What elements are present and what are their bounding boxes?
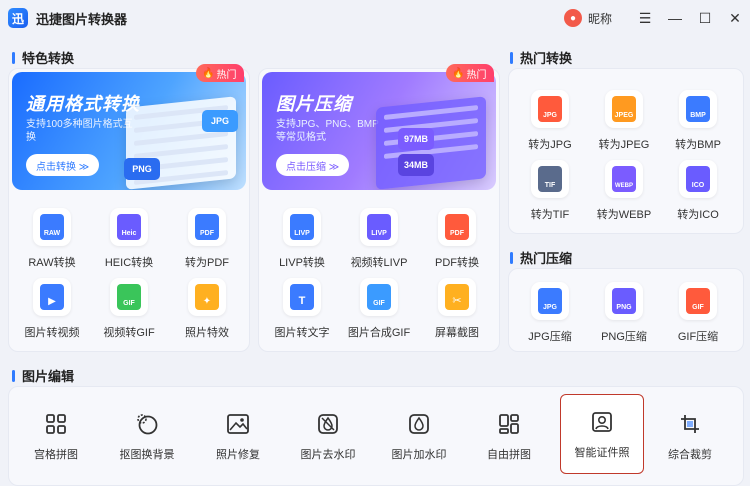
tif-icon: TIF — [538, 166, 562, 192]
nickname[interactable]: 昵称 — [588, 10, 612, 27]
crop-icon — [676, 410, 704, 438]
avatar[interactable]: ● — [563, 9, 582, 27]
format-convert-banner[interactable]: 通用格式转换 支持100多种图片格式互换 点击转换 ≫ JPG PNG — [12, 72, 246, 190]
tool-video-to-gif[interactable]: GIF 视频转GIF — [89, 278, 169, 350]
ico-icon: ICO — [686, 166, 710, 192]
format-banner-title: 通用格式转换 — [26, 94, 140, 114]
livp-icon: LIVP — [290, 214, 314, 240]
png-chip: PNG — [124, 158, 160, 180]
close-icon[interactable]: ✕ — [720, 0, 750, 36]
gif-compress-icon: GIF — [686, 288, 710, 314]
grid-icon — [42, 410, 70, 438]
fire-icon: 🔥 — [202, 67, 215, 79]
format-banner-desc: 支持100多种图片格式互换 — [26, 119, 133, 143]
format-convert-button[interactable]: 点击转换 ≫ — [26, 154, 100, 176]
ocr-icon: T — [290, 284, 314, 310]
video-livp-icon: LIVP — [367, 214, 391, 240]
effects-icon: ✦ — [195, 284, 219, 310]
free-collage-icon — [495, 410, 523, 438]
tool-screenshot[interactable]: ✂ 屏幕截图 — [417, 278, 497, 350]
app-logo-icon: 迅 — [8, 8, 28, 28]
gif-icon: GIF — [117, 284, 141, 310]
tool-to-tif[interactable]: TIF 转为TIF — [510, 160, 590, 232]
compress-banner-title: 图片压缩 — [276, 94, 352, 114]
section-edit-title: 图片编辑 — [12, 366, 74, 385]
scissors-icon: ✂ — [445, 284, 469, 310]
jpg-chip: JPG — [202, 110, 238, 132]
minimize-icon[interactable]: — — [660, 0, 690, 36]
jpg-compress-icon: JPG — [538, 288, 562, 314]
app-title: 迅捷图片转换器 — [36, 11, 128, 27]
tool-to-bmp[interactable]: BMP 转为BMP — [658, 90, 738, 162]
menu-icon[interactable]: ☰ — [630, 0, 660, 36]
tool-free-collage[interactable]: 自由拼图 — [467, 396, 551, 476]
tool-pdf-convert[interactable]: PDF PDF转换 — [417, 208, 497, 280]
section-hot-compress-title: 热门压缩 — [510, 248, 572, 267]
compress-button[interactable]: 点击压缩 ≫ — [276, 154, 350, 176]
tool-photo-effects[interactable]: ✦ 照片特效 — [167, 278, 247, 350]
tool-smart-id-photo[interactable]: 智能证件照 — [560, 394, 644, 474]
tool-jpg-compress[interactable]: JPG JPG压缩 — [510, 282, 590, 354]
fire-icon: 🔥 — [452, 67, 465, 79]
tool-heic-convert[interactable]: Heic HEIC转换 — [89, 208, 169, 280]
webp-icon: WEBP — [612, 166, 636, 192]
tool-to-webp[interactable]: WEBP 转为WEBP — [584, 160, 664, 232]
raw-icon: RAW — [40, 214, 64, 240]
tool-remove-watermark[interactable]: 图片去水印 — [286, 396, 370, 476]
size-chip-before: 97MB — [398, 128, 434, 150]
id-photo-icon — [588, 408, 616, 436]
tool-to-pdf[interactable]: PDF 转为PDF — [167, 208, 247, 280]
cutout-icon — [133, 410, 161, 438]
tool-grid-collage[interactable]: 宫格拼图 — [14, 396, 98, 476]
tool-to-jpeg[interactable]: JPEG 转为JPEG — [584, 90, 664, 162]
photo-repair-icon — [224, 410, 252, 438]
section-featured-title: 特色转换 — [12, 48, 74, 67]
jpeg-icon: JPEG — [612, 96, 636, 122]
tool-image-to-video[interactable]: ▶ 图片转视频 — [12, 278, 92, 350]
remove-watermark-icon — [314, 410, 342, 438]
hot-tag-format: 🔥 热门 — [196, 64, 245, 82]
compress-banner-desc: 支持JPG、PNG、BMP等常见格式 — [276, 119, 379, 143]
png-compress-icon: PNG — [612, 288, 636, 314]
tool-photo-repair[interactable]: 照片修复 — [196, 396, 280, 476]
tool-png-compress[interactable]: PNG PNG压缩 — [584, 282, 664, 354]
maximize-icon[interactable]: ☐ — [690, 0, 720, 36]
gif-compose-icon: GIF — [367, 284, 391, 310]
pdf-icon: PDF — [195, 214, 219, 240]
hot-tag-compress: 🔥 热门 — [446, 64, 495, 82]
tool-to-ico[interactable]: ICO 转为ICO — [658, 160, 738, 232]
heic-icon: Heic — [117, 214, 141, 240]
title-bar: 迅 迅捷图片转换器 ● 昵称 ☰ — ☐ ✕ — [0, 0, 750, 36]
size-chip-after: 34MB — [398, 154, 434, 176]
tool-image-to-text[interactable]: T 图片转文字 — [262, 278, 342, 350]
add-watermark-icon — [405, 410, 433, 438]
section-hot-convert-title: 热门转换 — [510, 48, 572, 67]
pdf-convert-icon: PDF — [445, 214, 469, 240]
tool-add-watermark[interactable]: 图片加水印 — [377, 396, 461, 476]
tool-livp-convert[interactable]: LIVP LIVP转换 — [262, 208, 342, 280]
jpg-icon: JPG — [538, 96, 562, 122]
tool-raw-convert[interactable]: RAW RAW转换 — [12, 208, 92, 280]
video-icon: ▶ — [40, 284, 64, 310]
bmp-icon: BMP — [686, 96, 710, 122]
tool-video-to-livp[interactable]: LIVP 视频转LIVP — [339, 208, 419, 280]
tool-cutout-background[interactable]: 抠图换背景 — [105, 396, 189, 476]
tool-crop[interactable]: 综合裁剪 — [648, 396, 732, 476]
tool-gif-compress[interactable]: GIF GIF压缩 — [658, 282, 738, 354]
compress-banner[interactable]: 图片压缩 支持JPG、PNG、BMP等常见格式 点击压缩 ≫ 97MB 34MB — [262, 72, 496, 190]
tool-images-to-gif[interactable]: GIF 图片合成GIF — [339, 278, 419, 350]
tool-to-jpg[interactable]: JPG 转为JPG — [510, 90, 590, 162]
